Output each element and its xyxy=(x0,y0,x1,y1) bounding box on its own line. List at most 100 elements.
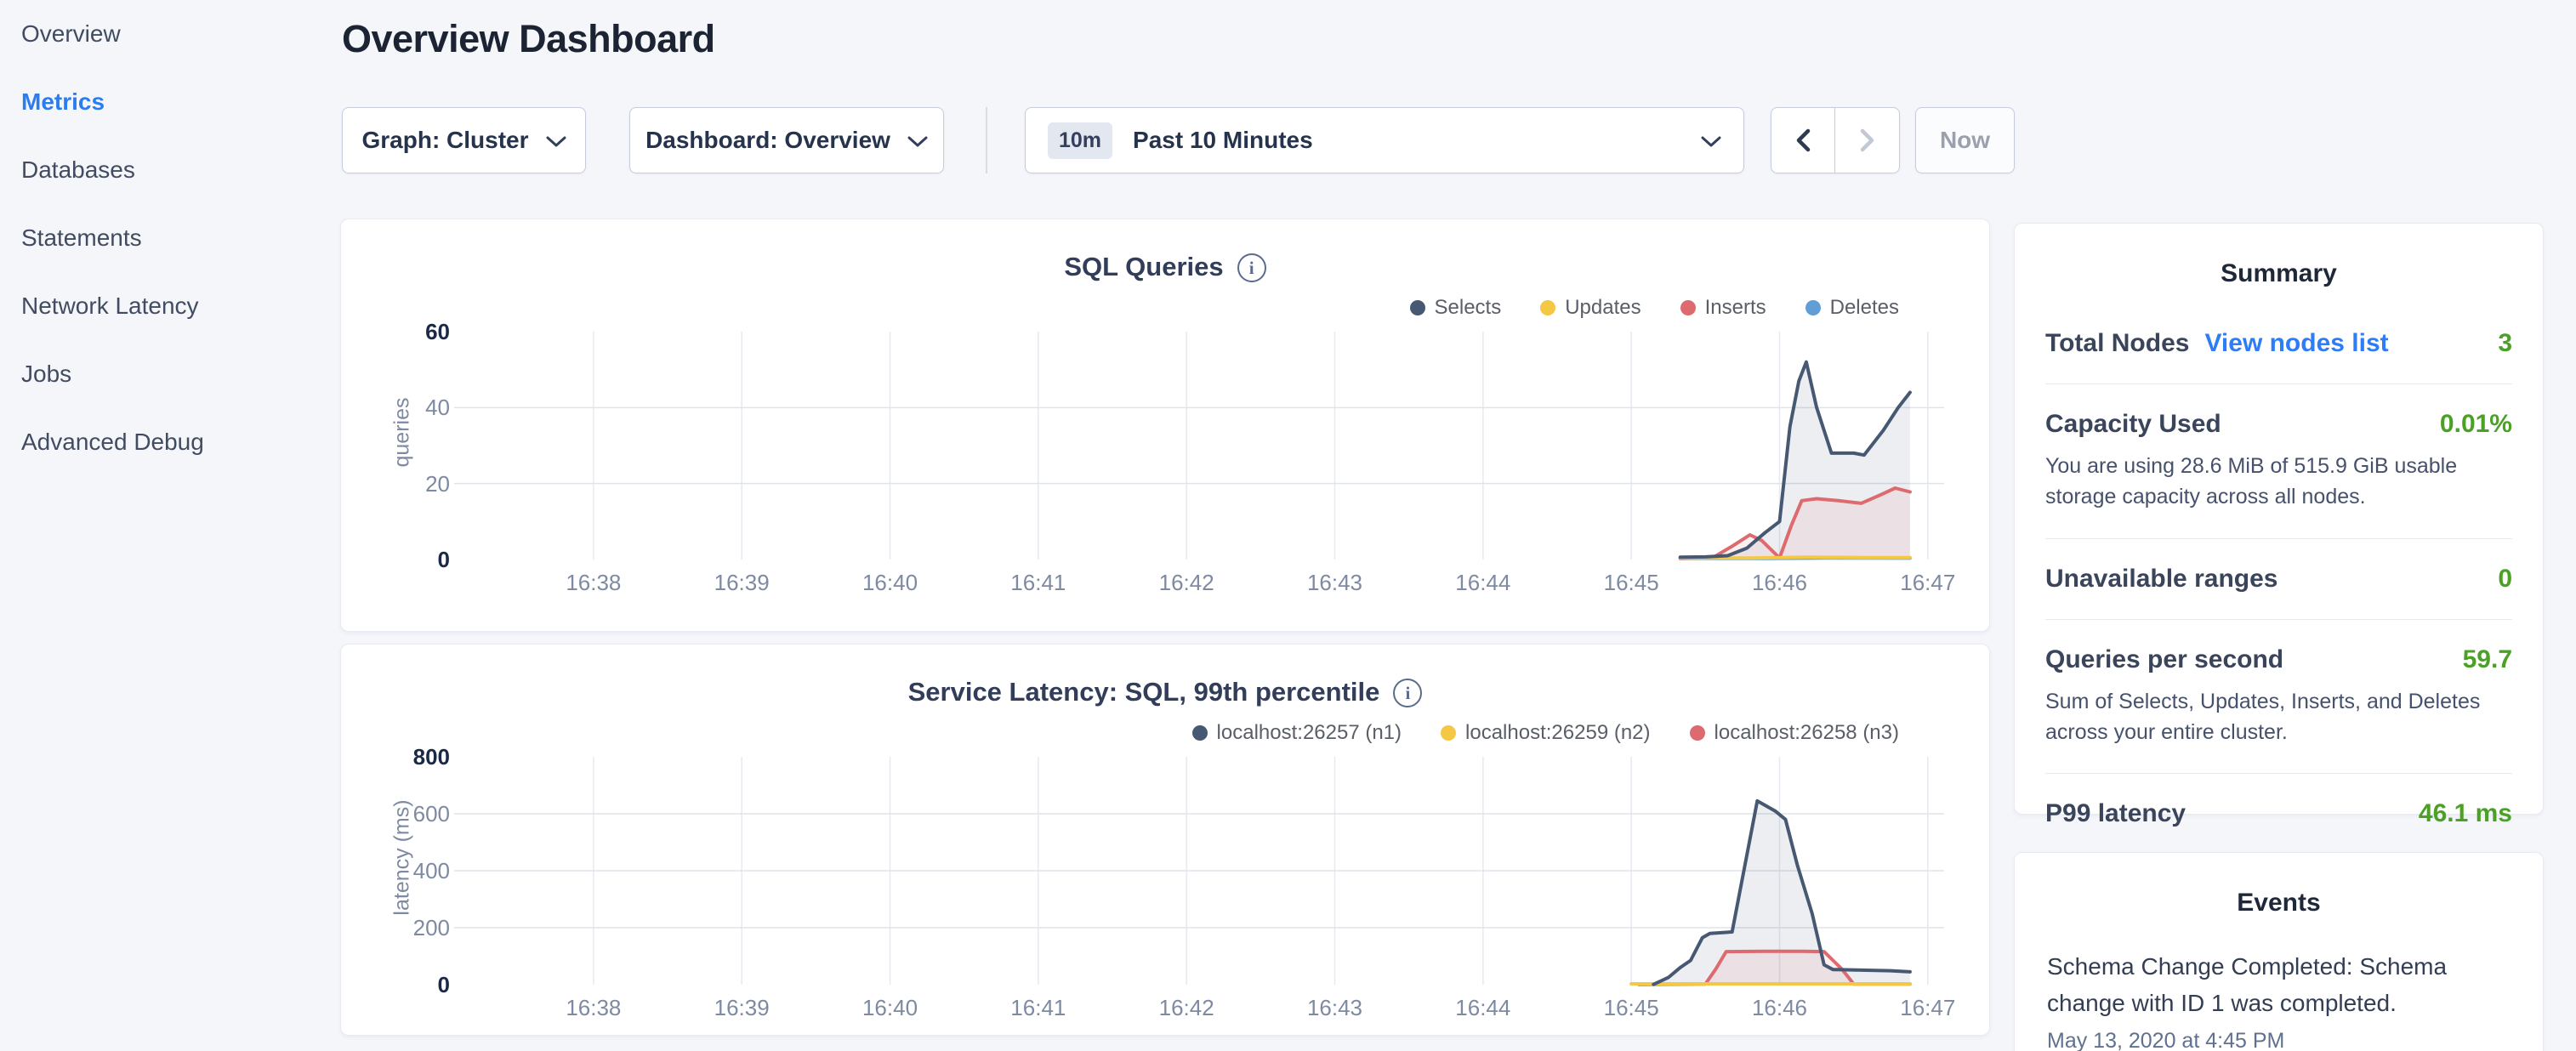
controls-divider xyxy=(986,107,987,173)
p99-latency-value: 46.1 ms xyxy=(2419,799,2512,828)
qps-value: 59.7 xyxy=(2463,645,2512,674)
service-latency-plot[interactable] xyxy=(454,757,1944,985)
summary-row-p99-latency: P99 latency 46.1 ms xyxy=(2045,799,2512,828)
x-tick-label: 16:47 xyxy=(1873,995,1983,1021)
sidebar-item-databases[interactable]: Databases xyxy=(0,136,340,204)
x-tick-label: 16:39 xyxy=(686,570,797,596)
event-timestamp: May 13, 2020 at 4:45 PM xyxy=(2047,1029,2511,1051)
series-color-dot xyxy=(1680,300,1696,315)
legend-item-n3[interactable]: localhost:26258 (n3) xyxy=(1690,721,1899,745)
divider xyxy=(2045,619,2512,620)
x-tick-label: 16:38 xyxy=(538,995,649,1021)
chevron-down-icon xyxy=(546,136,566,148)
sidebar-item-jobs[interactable]: Jobs xyxy=(0,340,340,408)
x-tick-label: 16:43 xyxy=(1280,995,1390,1021)
next-time-button[interactable] xyxy=(1835,108,1899,173)
x-tick-label: 16:43 xyxy=(1280,570,1390,596)
sidebar-item-advanced-debug[interactable]: Advanced Debug xyxy=(0,408,340,476)
service-latency-chart-card: Service Latency: SQL, 99th percentile i … xyxy=(340,644,1990,1036)
x-tick-label: 16:42 xyxy=(1131,570,1242,596)
series-color-dot xyxy=(1192,725,1208,741)
legend-item-inserts[interactable]: Inserts xyxy=(1680,296,1766,320)
divider xyxy=(2045,773,2512,774)
chevron-left-icon xyxy=(1791,127,1815,154)
metrics-page: Overview Metrics Databases Statements Ne… xyxy=(0,0,2576,1051)
x-tick-label: 16:39 xyxy=(686,995,797,1021)
sidebar: Overview Metrics Databases Statements Ne… xyxy=(0,0,340,1051)
summary-row-unavailable-ranges: Unavailable ranges 0 xyxy=(2045,565,2512,594)
x-tick-label: 16:41 xyxy=(983,570,1094,596)
event-item[interactable]: Schema Change Completed: Schema change w… xyxy=(2047,948,2511,1051)
chart-legend: Selects Updates Inserts Deletes xyxy=(1410,296,1900,320)
previous-time-button[interactable] xyxy=(1771,108,1835,173)
y-tick-label: 20 xyxy=(355,471,450,497)
chevron-down-icon xyxy=(907,136,928,148)
x-tick-label: 16:45 xyxy=(1576,570,1686,596)
series-color-dot xyxy=(1690,725,1705,741)
dashboard-dropdown[interactable]: Dashboard: Overview xyxy=(629,107,944,173)
capacity-used-value: 0.01% xyxy=(2440,410,2512,439)
capacity-used-description: You are using 28.6 MiB of 515.9 GiB usab… xyxy=(2045,451,2512,513)
chevron-right-icon xyxy=(1856,127,1879,154)
y-tick-label: 200 xyxy=(355,915,450,941)
y-tick-label: 0 xyxy=(355,547,450,573)
sql-queries-plot[interactable] xyxy=(454,332,1944,560)
sql-queries-chart-card: SQL Queries i Selects Updates Inserts De… xyxy=(340,219,1990,632)
series-color-dot xyxy=(1441,725,1456,741)
y-tick-label: 0 xyxy=(355,972,450,998)
x-tick-label: 16:45 xyxy=(1576,995,1686,1021)
time-range-label: Past 10 Minutes xyxy=(1133,127,1313,154)
events-title: Events xyxy=(2015,853,2543,917)
time-range-dropdown[interactable]: 10m Past 10 Minutes xyxy=(1025,107,1744,173)
view-nodes-list-link[interactable]: View nodes list xyxy=(2204,329,2388,358)
summary-row-qps: Queries per second 59.7 xyxy=(2045,645,2512,674)
info-icon[interactable]: i xyxy=(1393,679,1422,707)
summary-title: Summary xyxy=(2015,224,2543,288)
x-tick-label: 16:46 xyxy=(1724,995,1834,1021)
chevron-down-icon xyxy=(1701,136,1721,148)
summary-row-capacity-used: Capacity Used 0.01% xyxy=(2045,410,2512,439)
y-axis-title: queries xyxy=(390,319,415,547)
chart-title: Service Latency: SQL, 99th percentile xyxy=(908,677,1380,707)
summary-row-total-nodes: Total Nodes View nodes list 3 xyxy=(2045,329,2512,358)
total-nodes-value: 3 xyxy=(2498,329,2512,358)
chart-title: SQL Queries xyxy=(1064,252,1223,282)
page-title: Overview Dashboard xyxy=(342,17,715,61)
graph-scope-dropdown[interactable]: Graph: Cluster xyxy=(342,107,586,173)
legend-item-n1[interactable]: localhost:26257 (n1) xyxy=(1192,721,1402,745)
legend-item-updates[interactable]: Updates xyxy=(1540,296,1641,320)
sidebar-item-network-latency[interactable]: Network Latency xyxy=(0,272,340,340)
sidebar-item-metrics[interactable]: Metrics xyxy=(0,68,340,136)
y-tick-label: 40 xyxy=(355,395,450,421)
x-tick-label: 16:40 xyxy=(835,995,946,1021)
info-icon[interactable]: i xyxy=(1237,253,1266,282)
chart-legend: localhost:26257 (n1) localhost:26259 (n2… xyxy=(1192,721,1899,745)
now-button[interactable]: Now xyxy=(1915,107,2015,173)
time-range-badge: 10m xyxy=(1048,122,1112,159)
events-panel: Events Schema Change Completed: Schema c… xyxy=(2014,852,2544,1051)
y-tick-label: 60 xyxy=(355,319,450,345)
y-tick-label: 800 xyxy=(355,744,450,770)
qps-description: Sum of Selects, Updates, Inserts, and De… xyxy=(2045,686,2512,748)
x-tick-label: 16:41 xyxy=(983,995,1094,1021)
series-color-dot xyxy=(1805,300,1821,315)
legend-item-deletes[interactable]: Deletes xyxy=(1805,296,1899,320)
x-tick-label: 16:44 xyxy=(1428,995,1538,1021)
sidebar-item-overview[interactable]: Overview xyxy=(0,0,340,68)
series-color-dot xyxy=(1540,300,1555,315)
sidebar-item-statements[interactable]: Statements xyxy=(0,204,340,272)
x-tick-label: 16:47 xyxy=(1873,570,1983,596)
time-pager xyxy=(1771,107,1900,173)
event-message: Schema Change Completed: Schema change w… xyxy=(2047,948,2455,1022)
y-tick-label: 600 xyxy=(355,801,450,827)
series-color-dot xyxy=(1410,300,1425,315)
x-tick-label: 16:46 xyxy=(1724,570,1834,596)
unavailable-ranges-value: 0 xyxy=(2498,565,2512,594)
legend-item-n2[interactable]: localhost:26259 (n2) xyxy=(1441,721,1650,745)
x-tick-label: 16:42 xyxy=(1131,995,1242,1021)
legend-item-selects[interactable]: Selects xyxy=(1410,296,1502,320)
x-tick-label: 16:44 xyxy=(1428,570,1538,596)
summary-panel: Summary Total Nodes View nodes list 3 Ca… xyxy=(2014,223,2544,815)
x-tick-label: 16:40 xyxy=(835,570,946,596)
y-tick-label: 400 xyxy=(355,858,450,884)
